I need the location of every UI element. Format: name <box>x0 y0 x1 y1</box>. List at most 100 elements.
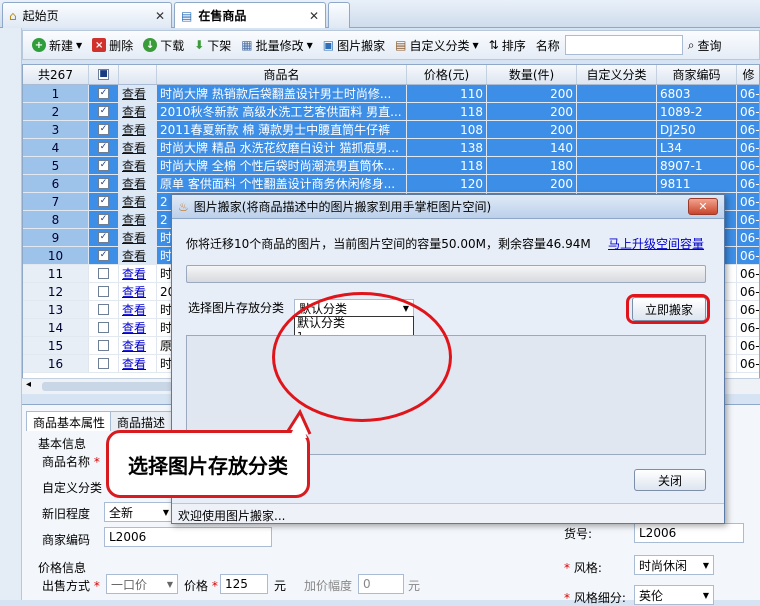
row-number: 14 <box>23 319 89 336</box>
search-button[interactable]: ⌕ 查询 <box>683 33 727 57</box>
row-checkbox[interactable]: ✓ <box>89 139 119 156</box>
close-icon[interactable]: ✕ <box>155 9 165 23</box>
row-checkbox[interactable]: ✓ <box>89 85 119 102</box>
style-select[interactable]: 时尚休闲 <box>634 555 714 575</box>
row-checkbox[interactable]: ✓ <box>89 157 119 174</box>
offshelf-button[interactable]: ⬇ 下架 <box>189 33 236 57</box>
row-number: 4 <box>23 139 89 156</box>
row-checkbox[interactable] <box>89 355 119 372</box>
table-row[interactable]: 1 ✓ 查看时尚大牌 热销款后袋翻盖设计男士时尚修...110200 680306-0 <box>23 85 759 103</box>
sku-input[interactable]: L2006 <box>634 523 744 543</box>
checkbox[interactable] <box>98 322 109 333</box>
view-link[interactable]: 查看 <box>119 247 157 264</box>
header-code[interactable]: 商家编码 <box>657 65 737 84</box>
substyle-select[interactable]: 英伦 <box>634 585 714 605</box>
row-checkbox[interactable]: ✓ <box>89 229 119 246</box>
sort-button[interactable]: ⇅ 排序 <box>484 33 531 57</box>
row-checkbox[interactable] <box>89 265 119 282</box>
header-category[interactable]: 自定义分类 <box>577 65 657 84</box>
checkbox[interactable]: ✓ <box>98 160 109 171</box>
row-checkbox[interactable]: ✓ <box>89 193 119 210</box>
tab-new[interactable] <box>328 2 350 28</box>
batch-edit-button[interactable]: ▦ 批量修改 ▼ <box>236 33 318 57</box>
view-link[interactable]: 查看 <box>119 121 157 138</box>
tab-on-sale[interactable]: ▤ 在售商品 ✕ <box>174 2 326 28</box>
checkbox[interactable] <box>98 340 109 351</box>
table-row[interactable]: 2 ✓ 查看 2010秋冬新款 高级水洗工艺客供面料 男直... 118 200 1089-… <box>23 103 759 121</box>
view-link[interactable]: 查看 <box>119 85 157 102</box>
view-link[interactable]: 查看 <box>119 103 157 120</box>
checkbox[interactable] <box>98 268 109 279</box>
row-checkbox[interactable]: ✓ <box>89 175 119 192</box>
left-strip <box>0 28 22 600</box>
table-row[interactable]: 6 ✓ 查看 原单 客供面料 个性翻盖设计商务休闲修身... 120 200 9811 06-… <box>23 175 759 193</box>
checkbox[interactable]: ■ <box>98 69 109 80</box>
checkbox[interactable]: ✓ <box>98 232 109 243</box>
price-input[interactable]: 125 <box>220 574 268 594</box>
row-checkbox[interactable]: ✓ <box>89 121 119 138</box>
download-button[interactable]: ↓ 下载 <box>138 33 189 57</box>
condition-select[interactable]: 全新 <box>104 502 174 522</box>
checkbox[interactable]: ✓ <box>98 124 109 135</box>
view-link[interactable]: 查看 <box>119 229 157 246</box>
checkbox[interactable]: ✓ <box>98 250 109 261</box>
upgrade-link[interactable]: 马上升级空间容量 <box>608 235 704 252</box>
delete-button[interactable]: × 删除 <box>87 33 138 57</box>
checkbox[interactable]: ✓ <box>98 142 109 153</box>
view-link[interactable]: 查看 <box>119 337 157 354</box>
row-checkbox[interactable] <box>89 319 119 336</box>
merchant-code-input[interactable]: L2006 <box>104 527 272 547</box>
view-link[interactable]: 查看 <box>119 157 157 174</box>
header-modified[interactable]: 修 <box>737 65 759 84</box>
custom-category-button[interactable]: ▤ 自定义分类 ▼ <box>390 33 484 57</box>
table-row[interactable]: 4 ✓ 查看 时尚大牌 精品 水洗花纹磨白设计 猫抓痕男... 138 140 L34 06-… <box>23 139 759 157</box>
checkbox[interactable]: ✓ <box>98 196 109 207</box>
view-link[interactable]: 查看 <box>119 319 157 336</box>
new-button[interactable]: + 新建 ▼ <box>27 33 87 57</box>
modified-date: 06-0 <box>737 85 759 102</box>
search-input[interactable] <box>564 35 683 55</box>
row-checkbox[interactable]: ✓ <box>89 211 119 228</box>
tab-description[interactable]: 商品描述 <box>110 411 173 431</box>
checkbox[interactable]: ✓ <box>98 106 109 117</box>
product-name: 2010秋冬新款 高级水洗工艺客供面料 男直... <box>157 103 407 120</box>
tab-start-page[interactable]: ⌂ 起始页 ✕ <box>2 2 172 28</box>
header-qty[interactable]: 数量(件) <box>487 65 577 84</box>
row-checkbox[interactable] <box>89 283 119 300</box>
scroll-left-icon[interactable]: ◂ <box>26 379 31 390</box>
increment-input[interactable]: 0 <box>358 574 404 594</box>
substyle-value: 英伦 <box>639 588 664 603</box>
tab-basic-attrs[interactable]: 商品基本属性 <box>26 411 113 431</box>
view-link[interactable]: 查看 <box>119 355 157 372</box>
row-checkbox[interactable]: ✓ <box>89 247 119 264</box>
view-link[interactable]: 查看 <box>119 175 157 192</box>
image-move-button[interactable]: ▣ 图片搬家 <box>318 33 390 57</box>
view-link[interactable]: 查看 <box>119 211 157 228</box>
close-icon[interactable]: ✕ <box>309 9 319 23</box>
checkbox[interactable] <box>98 286 109 297</box>
checkbox[interactable] <box>98 358 109 369</box>
row-checkbox[interactable] <box>89 337 119 354</box>
table-row[interactable]: 5 ✓ 查看 时尚大牌 全棉 个性后袋时尚潮流男直筒休... 118 180 8907-1 0… <box>23 157 759 175</box>
close-button[interactable]: 关闭 <box>634 469 706 491</box>
checkbox[interactable]: ✓ <box>98 178 109 189</box>
tab-label: 起始页 <box>22 9 59 23</box>
header-select-all[interactable]: ■ <box>89 65 119 84</box>
row-checkbox[interactable]: ✓ <box>89 103 119 120</box>
close-icon[interactable]: ✕ <box>688 198 718 215</box>
checkbox[interactable]: ✓ <box>98 214 109 225</box>
substyle-label: * 风格细分: <box>564 591 626 605</box>
checkbox[interactable]: ✓ <box>98 88 109 99</box>
header-price[interactable]: 价格(元) <box>407 65 487 84</box>
view-link[interactable]: 查看 <box>119 139 157 156</box>
header-name[interactable]: 商品名 <box>157 65 407 84</box>
view-link[interactable]: 查看 <box>119 301 157 318</box>
view-link[interactable]: 查看 <box>119 283 157 300</box>
custom-category-label: 自定义分类 <box>42 481 103 495</box>
checkbox[interactable] <box>98 304 109 315</box>
row-checkbox[interactable] <box>89 301 119 318</box>
sale-method-select[interactable]: 一口价 <box>106 574 178 594</box>
view-link[interactable]: 查看 <box>119 193 157 210</box>
table-row[interactable]: 3 ✓ 查看 2011春夏新款 棉 薄款男士中腰直筒牛仔裤 108 200 DJ250 06-… <box>23 121 759 139</box>
view-link[interactable]: 查看 <box>119 265 157 282</box>
